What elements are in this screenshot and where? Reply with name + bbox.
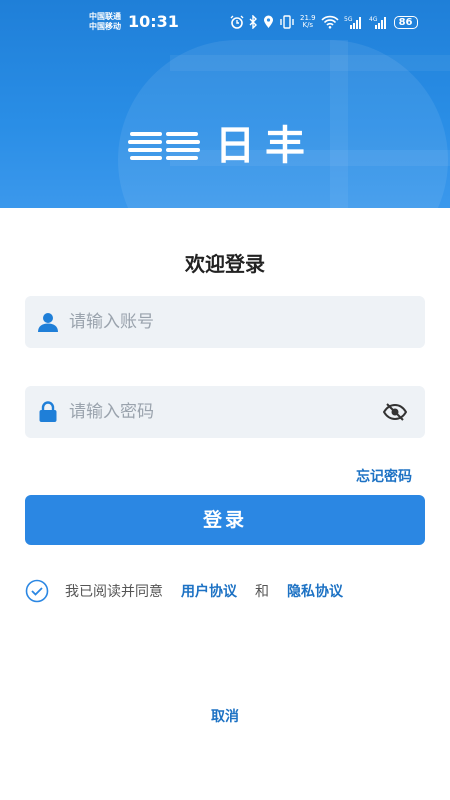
network-speed-unit: K/s xyxy=(302,21,314,29)
password-field[interactable]: 请输入密码 xyxy=(25,386,425,438)
status-bar: 中国联通 中国移动 10:31 21.9 K/s 5G 4G 86 xyxy=(0,0,450,44)
privacy-policy-link[interactable]: 隐私协议 xyxy=(287,581,343,601)
cancel-button[interactable]: 取消 xyxy=(0,706,450,726)
user-agreement-link[interactable]: 用户协议 xyxy=(181,581,237,601)
user-icon xyxy=(38,313,58,332)
hide-password-icon[interactable] xyxy=(383,401,407,423)
wifi-icon xyxy=(321,15,339,29)
agreement-text: 我已阅读并同意 xyxy=(65,584,163,600)
banner-decoration xyxy=(170,55,450,71)
brand-logo-text: 日丰 xyxy=(215,124,315,168)
page-title: 欢迎登录 xyxy=(185,252,265,276)
bluetooth-icon xyxy=(249,15,257,29)
agreement-row: 我已阅读并同意 用户协议 和 隐私协议 xyxy=(25,579,361,603)
signal-4g-icon: 4G xyxy=(369,16,386,29)
agreement-checkbox-icon[interactable] xyxy=(25,579,49,603)
alarm-icon xyxy=(230,15,244,29)
header-banner: 中国联通 中国移动 10:31 21.9 K/s 5G 4G 86 日丰 xyxy=(0,0,450,208)
carrier-2: 中国移动 xyxy=(89,22,121,31)
agreement-and: 和 xyxy=(255,584,269,600)
location-icon xyxy=(264,15,273,28)
banner-decoration xyxy=(330,40,348,208)
svg-text:5G: 5G xyxy=(344,16,353,23)
clock: 10:31 xyxy=(128,12,179,31)
password-input[interactable]: 请输入密码 xyxy=(69,401,154,423)
account-input[interactable]: 请输入账号 xyxy=(69,311,154,333)
carrier-1: 中国联通 xyxy=(89,12,121,21)
signal-5g-icon: 5G xyxy=(344,16,361,29)
vibrate-icon xyxy=(280,15,294,29)
forgot-password-link[interactable]: 忘记密码 xyxy=(356,466,412,486)
status-icons: 21.9 K/s 5G 4G 86 xyxy=(230,14,418,30)
account-field[interactable]: 请输入账号 xyxy=(25,296,425,348)
carrier-labels: 中国联通 中国移动 xyxy=(89,12,121,32)
network-speed: 21.9 K/s xyxy=(300,15,316,29)
lock-icon xyxy=(39,401,57,422)
login-button[interactable]: 登录 xyxy=(25,495,425,545)
svg-text:4G: 4G xyxy=(369,16,378,23)
battery-icon: 86 xyxy=(393,15,418,29)
